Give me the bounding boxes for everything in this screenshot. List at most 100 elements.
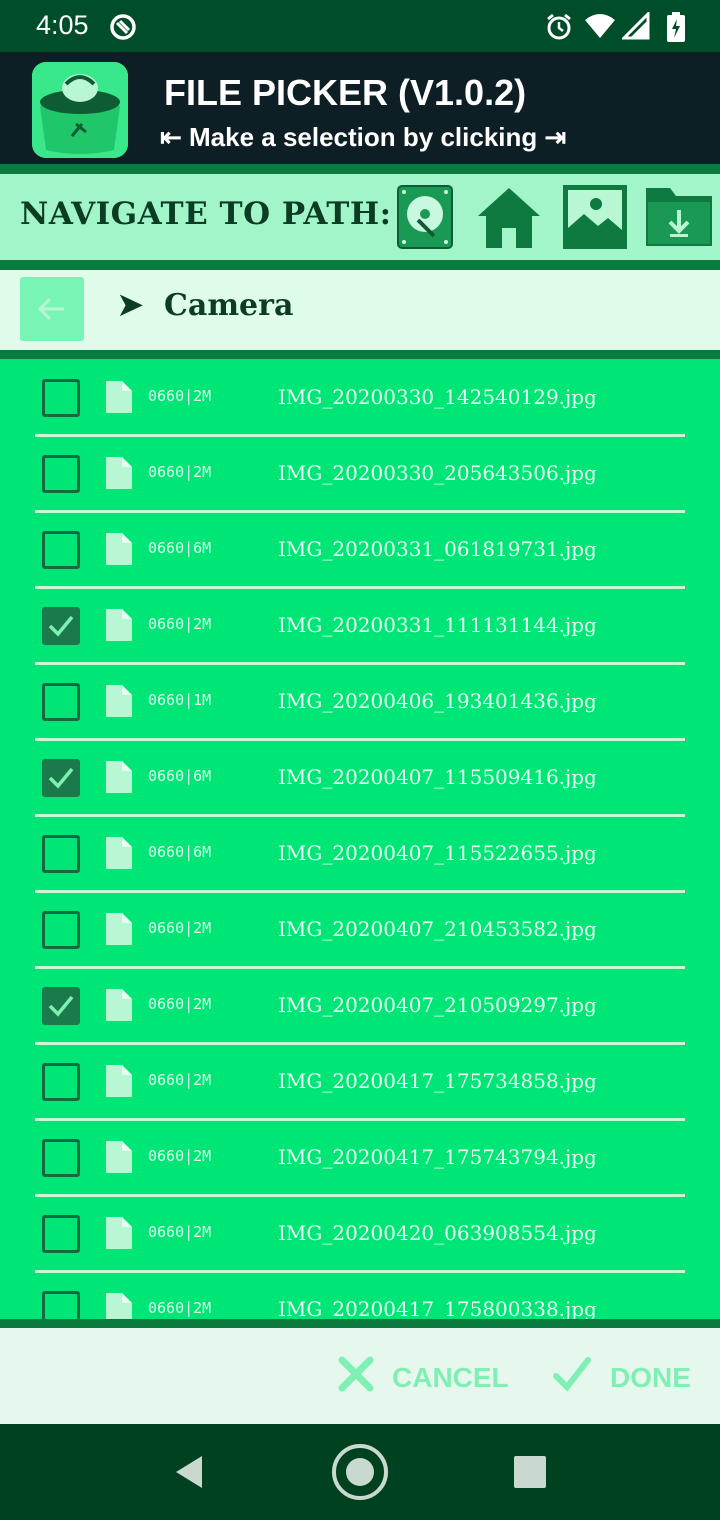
app-notification-icon [108,12,138,46]
file-name: IMG_20200406_193401436.jpg [278,689,597,713]
storage-button[interactable] [396,184,462,250]
file-meta: 0660|2M [148,1223,212,1241]
downloads-folder-icon [646,188,712,246]
action-bar: CANCEL DONE [0,1328,720,1424]
file-icon [104,761,132,797]
file-icon [104,989,132,1025]
home-icon [478,188,540,248]
check-icon [553,1357,591,1392]
file-name: IMG_20200417_175743794.jpg [278,1145,597,1169]
file-checkbox[interactable] [42,987,80,1025]
file-name: IMG_20200331_061819731.jpg [278,537,597,561]
status-time: 4:05 [36,10,89,40]
file-row[interactable]: 0660|2M IMG_20200407_210453582.jpg [0,891,720,969]
system-navigation-bar [0,1424,720,1520]
file-meta: 0660|6M [148,843,212,861]
file-checkbox[interactable] [42,1291,80,1319]
home-button[interactable] [476,184,542,250]
app-title: FILE PICKER (V1.0.2) [164,72,527,113]
file-name: IMG_20200417_175800338.jpg [278,1297,597,1319]
file-icon [104,1141,132,1177]
signal-icon [620,10,650,44]
navigation-divider [0,260,720,270]
file-meta: 0660|6M [148,767,212,785]
app-subtitle: ⇤ Make a selection by clicking ⇥ [160,122,567,152]
file-row[interactable]: 0660|2M IMG_20200330_142540129.jpg [0,359,720,437]
file-name: IMG_20200420_063908554.jpg [278,1221,597,1245]
file-name: IMG_20200407_210509297.jpg [278,993,597,1017]
file-name: IMG_20200407_115522655.jpg [278,841,597,865]
arrow-left-icon [37,297,64,321]
file-list[interactable]: 0660|2M IMG_20200330_142540129.jpg 0660|2M… [0,359,720,1319]
file-row[interactable]: 0660|1M IMG_20200406_193401436.jpg [0,663,720,741]
path-arrow-icon: ➤ [116,285,145,325]
file-checkbox[interactable] [42,607,80,645]
file-checkbox[interactable] [42,835,80,873]
file-icon [104,533,132,569]
status-bar: 4:05 [0,0,720,52]
file-icon [104,457,132,493]
file-row[interactable]: 0660|2M IMG_20200407_210509297.jpg [0,967,720,1045]
file-checkbox[interactable] [42,911,80,949]
file-row[interactable]: 0660|6M IMG_20200331_061819731.jpg [0,511,720,589]
pictures-icon [563,185,627,249]
file-row[interactable]: 0660|2M IMG_20200417_175800338.jpg [0,1271,720,1319]
file-icon [104,609,132,645]
file-name: IMG_20200407_210453582.jpg [278,917,597,941]
triangle-back-icon [176,1456,202,1488]
file-meta: 0660|2M [148,919,212,937]
file-row[interactable]: 0660|2M IMG_20200330_205643506.jpg [0,435,720,513]
file-checkbox[interactable] [42,379,80,417]
file-meta: 0660|2M [148,463,212,481]
file-row[interactable]: 0660|2M IMG_20200331_111131144.jpg [0,587,720,665]
back-nav-button[interactable] [170,1452,210,1492]
file-checkbox[interactable] [42,1139,80,1177]
recents-nav-button[interactable] [512,1454,548,1490]
cancel-label: CANCEL [392,1362,509,1393]
file-icon [104,1293,132,1319]
back-button[interactable] [20,277,84,341]
battery-charging-icon [666,12,686,46]
file-meta: 0660|2M [148,1299,212,1317]
current-path: Camera [164,288,294,323]
file-name: IMG_20200407_115509416.jpg [278,765,597,789]
home-nav-button[interactable] [330,1442,390,1502]
close-icon [338,1356,374,1392]
file-checkbox[interactable] [42,455,80,493]
file-row[interactable]: 0660|2M IMG_20200417_175734858.jpg [0,1043,720,1121]
file-meta: 0660|2M [148,1071,212,1089]
file-row[interactable]: 0660|6M IMG_20200407_115509416.jpg [0,739,720,817]
done-button[interactable]: DONE [552,1357,692,1398]
file-name: IMG_20200330_142540129.jpg [278,385,597,409]
file-row[interactable]: 0660|2M IMG_20200420_063908554.jpg [0,1195,720,1273]
file-icon [104,1065,132,1101]
square-recents-icon [514,1456,546,1488]
file-name: IMG_20200417_175734858.jpg [278,1069,597,1093]
navigation-bar: NAVIGATE TO PATH: [0,174,720,260]
file-checkbox[interactable] [42,1215,80,1253]
pictures-button[interactable] [562,184,628,250]
file-icon [104,685,132,721]
file-checkbox[interactable] [42,759,80,797]
file-meta: 0660|1M [148,691,212,709]
navigate-label: NAVIGATE TO PATH: [20,196,392,232]
file-checkbox[interactable] [42,683,80,721]
downloads-button[interactable] [646,184,712,250]
wifi-icon [584,12,616,44]
storage-icon [397,185,453,249]
file-checkbox[interactable] [42,531,80,569]
checkmark-icon [48,767,74,789]
app-logo-icon [32,62,128,158]
file-meta: 0660|2M [148,387,212,405]
file-row[interactable]: 0660|2M IMG_20200417_175743794.jpg [0,1119,720,1197]
path-bar: ➤ Camera [0,270,720,350]
path-divider [0,350,720,359]
file-name: IMG_20200331_111131144.jpg [278,613,597,637]
file-name: IMG_20200330_205643506.jpg [278,461,597,485]
file-row[interactable]: 0660|6M IMG_20200407_115522655.jpg [0,815,720,893]
file-icon [104,837,132,873]
file-checkbox[interactable] [42,1063,80,1101]
list-bottom-divider [0,1319,720,1328]
cancel-button[interactable]: CANCEL [336,1356,509,1398]
checkmark-icon [48,995,74,1017]
